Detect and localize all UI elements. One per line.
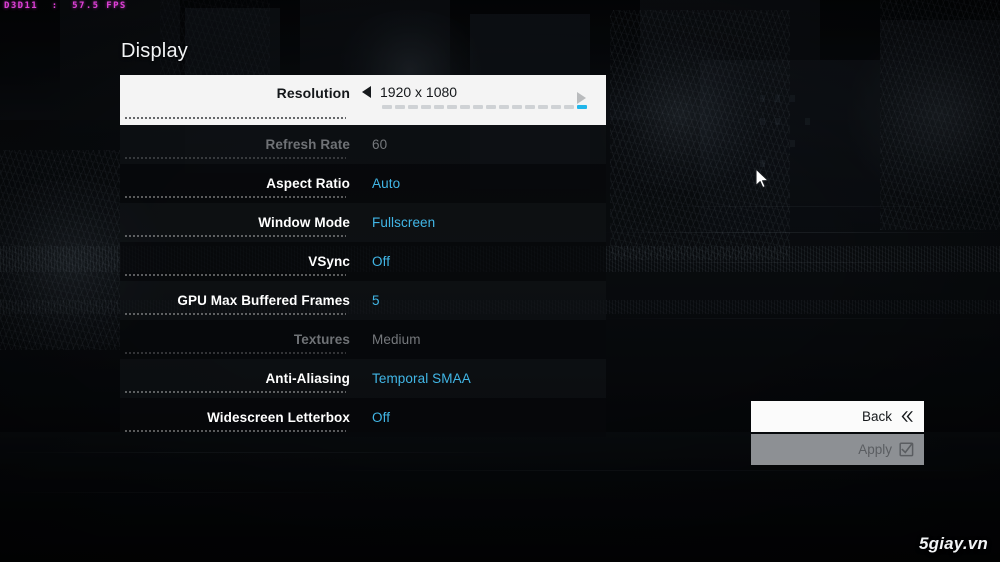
watermark: 5giay.vn	[918, 534, 988, 553]
setting-row-anti-aliasing[interactable]: Anti-Aliasing Temporal SMAA	[120, 359, 606, 398]
setting-value: Medium	[372, 332, 421, 347]
setting-value: Fullscreen	[372, 215, 436, 230]
setting-row-window-mode[interactable]: Window Mode Fullscreen	[120, 203, 606, 242]
setting-label: Window Mode	[258, 215, 350, 230]
row-separator	[124, 430, 346, 432]
setting-label: Refresh Rate	[265, 137, 350, 152]
setting-label: Textures	[293, 332, 350, 347]
row-separator	[124, 117, 346, 119]
setting-value: Off	[372, 410, 391, 425]
row-separator	[124, 196, 346, 198]
row-separator	[124, 235, 346, 237]
menu-actions: Back Apply	[751, 401, 924, 465]
setting-value: 1920 x 1080	[380, 84, 458, 100]
double-chevron-left-icon	[899, 410, 914, 423]
setting-label: Anti-Aliasing	[265, 371, 350, 386]
setting-label: Aspect Ratio	[266, 176, 350, 191]
setting-label: GPU Max Buffered Frames	[177, 293, 350, 308]
setting-label: Resolution	[276, 85, 350, 101]
setting-value: Off	[372, 254, 391, 269]
page-title: Display	[121, 40, 188, 62]
setting-row-vsync[interactable]: VSync Off	[120, 242, 606, 281]
apply-button[interactable]: Apply	[751, 434, 924, 465]
setting-row-refresh-rate: Refresh Rate 60	[120, 125, 606, 164]
mouse-cursor	[755, 168, 770, 195]
checkbox-checked-icon	[899, 442, 914, 457]
row-separator	[124, 313, 346, 315]
row-separator	[124, 157, 346, 159]
setting-label: VSync	[308, 254, 350, 269]
setting-row-gpu-max-buffered-frames[interactable]: GPU Max Buffered Frames 5	[120, 281, 606, 320]
game-screen: D3D11 : 57.5 FPS Display Resolution 1920…	[0, 0, 1000, 562]
settings-rows: Resolution 1920 x 1080 Refresh Rate 60 A…	[120, 75, 606, 437]
setting-value: 60	[372, 137, 388, 152]
setting-row-resolution[interactable]: Resolution 1920 x 1080	[120, 75, 606, 125]
fps-counter: D3D11 : 57.5 FPS	[4, 1, 127, 11]
row-separator	[124, 391, 346, 393]
setting-value: Temporal SMAA	[372, 371, 471, 386]
back-button-label: Back	[861, 409, 892, 424]
setting-value: Auto	[372, 176, 401, 191]
apply-button-label: Apply	[858, 442, 892, 457]
arrow-left-icon[interactable]	[362, 86, 371, 98]
setting-row-widescreen-letterbox[interactable]: Widescreen Letterbox Off	[120, 398, 606, 437]
back-button[interactable]: Back	[751, 401, 924, 432]
resolution-slider[interactable]	[382, 105, 587, 109]
arrow-right-icon[interactable]	[577, 92, 586, 104]
setting-row-textures: Textures Medium	[120, 320, 606, 359]
setting-label: Widescreen Letterbox	[207, 410, 350, 425]
setting-value: 5	[372, 293, 380, 308]
display-settings-menu: Display Resolution 1920 x 1080 Refresh R…	[120, 40, 606, 437]
row-separator	[124, 274, 346, 276]
setting-row-aspect-ratio[interactable]: Aspect Ratio Auto	[120, 164, 606, 203]
row-separator	[124, 352, 346, 354]
